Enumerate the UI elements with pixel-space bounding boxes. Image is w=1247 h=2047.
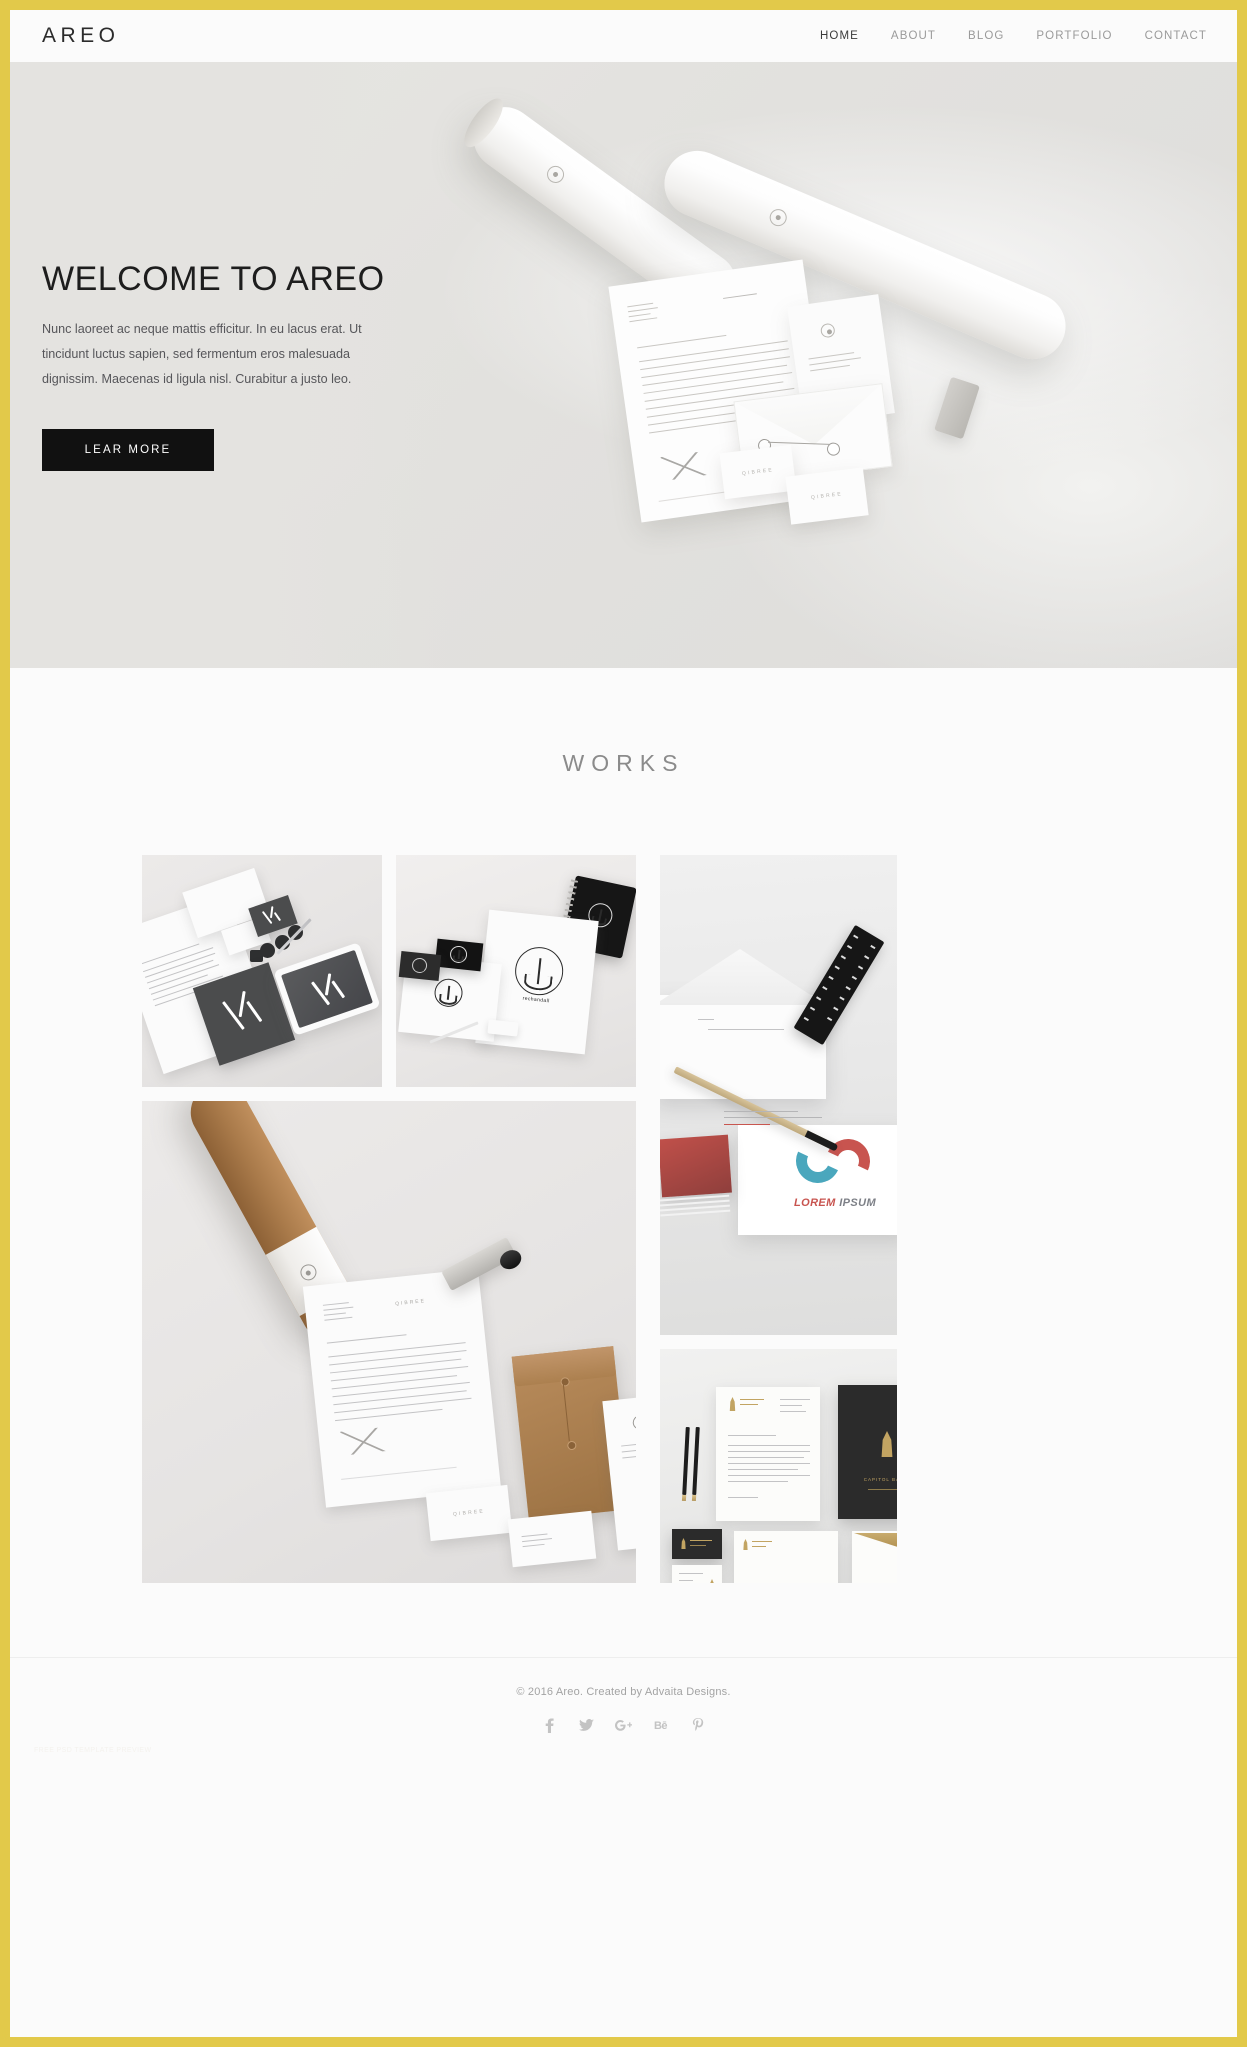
lorem-word-1: LOREM — [794, 1197, 836, 1209]
facebook-icon[interactable] — [541, 1717, 558, 1734]
google-plus-icon[interactable] — [615, 1717, 632, 1734]
works-title: WORKS — [562, 750, 685, 776]
hero-title: WELCOME TO AREO — [42, 260, 385, 299]
copyright-text: © 2016 Areo. Created by Advaita Designs. — [516, 1686, 731, 1698]
social-links: Bē — [10, 1717, 1237, 1734]
work-item-1[interactable] — [142, 855, 382, 1087]
works-gallery: rechandall LOREM IPSUM QIBREE QIBREE CAP… — [142, 855, 1105, 1583]
page-frame: AREO HOME ABOUT BLOG PORTFOLIO CONTACT Q… — [10, 10, 1237, 2037]
twitter-icon[interactable] — [578, 1717, 595, 1734]
nav-item-blog[interactable]: BLOG — [968, 30, 1004, 42]
site-header: AREO HOME ABOUT BLOG PORTFOLIO CONTACT — [10, 10, 1237, 62]
work-item-3[interactable]: LOREM IPSUM — [660, 855, 897, 1335]
main-navigation: HOME ABOUT BLOG PORTFOLIO CONTACT — [820, 30, 1207, 42]
site-footer: © 2016 Areo. Created by Advaita Designs.… — [10, 1657, 1237, 1760]
anchor-logo-icon: rechandall — [512, 944, 566, 1004]
behance-icon[interactable]: Bē — [652, 1717, 669, 1734]
work-item-2[interactable]: rechandall — [396, 855, 636, 1087]
swirl-logo-icon — [789, 1132, 886, 1190]
capitol-dome-icon — [881, 1431, 893, 1457]
nav-item-contact[interactable]: CONTACT — [1145, 30, 1207, 42]
works-section: WORKS rechandall LOREM IPSUM QIBREE QIBR… — [10, 668, 1237, 1583]
letterhead-wordmark: QIBREE — [394, 1298, 427, 1308]
pinterest-icon[interactable] — [689, 1717, 706, 1734]
nav-item-home[interactable]: HOME — [820, 30, 859, 42]
preview-watermark: FREE PSD TEMPLATE PREVIEW — [34, 1747, 152, 1754]
work-item-5[interactable]: CAPITOL BANK — [660, 1349, 897, 1583]
capitol-bank-brand: CAPITOL BANK — [863, 1477, 897, 1482]
nav-item-about[interactable]: ABOUT — [891, 30, 936, 42]
learn-more-button[interactable]: LEAR MORE — [42, 428, 214, 471]
lorem-word-2: IPSUM — [839, 1197, 877, 1209]
anchor-logo-icon — [433, 977, 464, 1009]
site-logo[interactable]: AREO — [42, 24, 120, 48]
nav-item-portfolio[interactable]: PORTFOLIO — [1036, 30, 1112, 42]
hero-paragraph: Nunc laoreet ac neque mattis efficitur. … — [42, 322, 362, 387]
hero-section: QIBREE QIBREE WELCOME TO AREO Nunc laore… — [10, 62, 1237, 668]
work-item-4[interactable]: QIBREE QIBREE — [142, 1101, 636, 1583]
capitol-dome-icon — [729, 1397, 736, 1411]
